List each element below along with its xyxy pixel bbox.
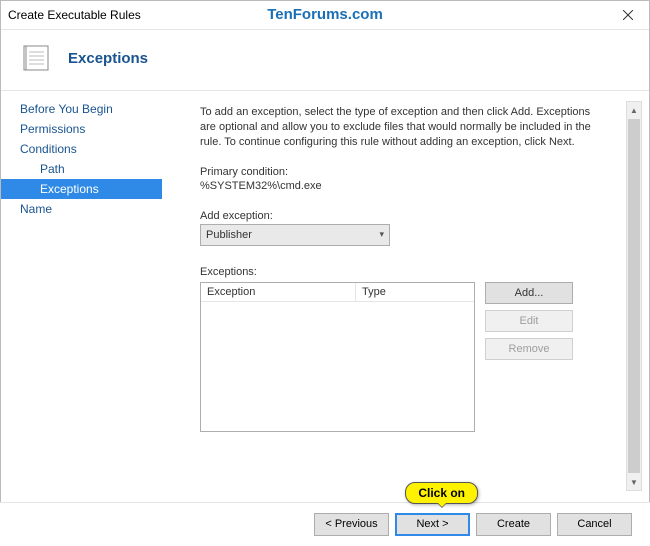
- exceptions-list-label: Exceptions:: [200, 266, 620, 278]
- close-button[interactable]: [605, 0, 650, 30]
- sidebar-item-path[interactable]: Path: [0, 159, 162, 179]
- window-title: Create Executable Rules: [8, 8, 141, 22]
- page-title: Exceptions: [68, 50, 148, 67]
- intro-text: To add an exception, select the type of …: [200, 105, 600, 150]
- add-exception-dropdown[interactable]: Publisher ▾: [200, 224, 390, 246]
- add-exception-value: Publisher: [206, 229, 252, 241]
- primary-condition-label: Primary condition:: [200, 166, 620, 178]
- vertical-scrollbar[interactable]: ▲ ▼: [626, 101, 642, 491]
- wizard-header: Exceptions: [0, 30, 650, 91]
- edit-button: Edit: [485, 310, 573, 332]
- next-button[interactable]: Next >: [395, 513, 470, 536]
- scroll-down-icon: ▼: [627, 474, 641, 490]
- sidebar-item-permissions[interactable]: Permissions: [0, 119, 162, 139]
- chevron-down-icon: ▾: [379, 229, 384, 240]
- title-bar: Create Executable Rules: [0, 0, 650, 30]
- wizard-body: Before You Begin Permissions Conditions …: [0, 91, 650, 501]
- remove-button: Remove: [485, 338, 573, 360]
- sidebar-item-exceptions[interactable]: Exceptions: [0, 179, 162, 199]
- col-type[interactable]: Type: [356, 283, 392, 301]
- add-button[interactable]: Add...: [485, 282, 573, 304]
- add-exception-label: Add exception:: [200, 210, 620, 222]
- cancel-button[interactable]: Cancel: [557, 513, 632, 536]
- close-icon: [623, 10, 633, 20]
- create-button[interactable]: Create: [476, 513, 551, 536]
- content-pane: ▲ ▼ To add an exception, select the type…: [162, 91, 650, 501]
- listbox-header: Exception Type: [201, 283, 474, 302]
- annotation-callout: Click on: [405, 482, 478, 504]
- wizard-footer: < Previous Next > Create Cancel: [0, 502, 650, 546]
- wizard-sidebar: Before You Begin Permissions Conditions …: [0, 91, 162, 501]
- sidebar-item-name[interactable]: Name: [0, 199, 162, 219]
- document-icon: [20, 42, 52, 74]
- previous-button[interactable]: < Previous: [314, 513, 389, 536]
- sidebar-item-before-you-begin[interactable]: Before You Begin: [0, 99, 162, 119]
- col-exception[interactable]: Exception: [201, 283, 356, 301]
- sidebar-item-conditions[interactable]: Conditions: [0, 139, 162, 159]
- scroll-up-icon: ▲: [627, 102, 641, 118]
- primary-condition-value: %SYSTEM32%\cmd.exe: [200, 180, 620, 192]
- scroll-thumb[interactable]: [628, 119, 640, 473]
- exceptions-listbox[interactable]: Exception Type: [200, 282, 475, 432]
